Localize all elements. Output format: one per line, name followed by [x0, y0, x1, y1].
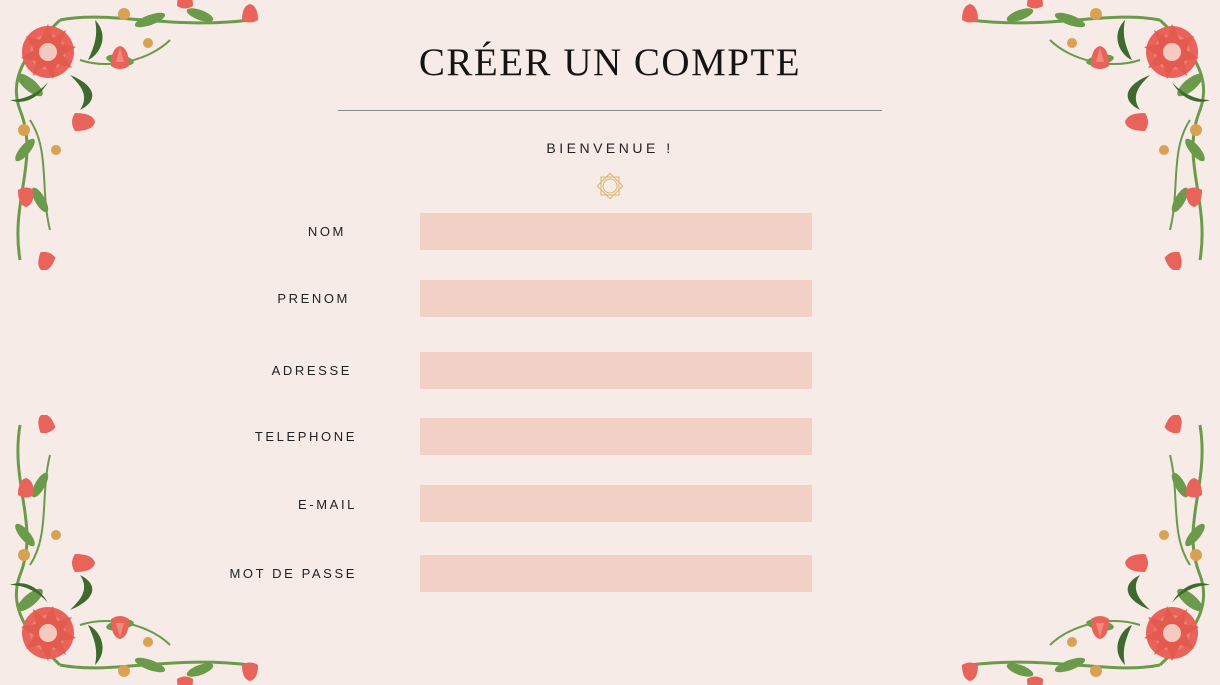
email-input[interactable] [420, 485, 812, 522]
label-adresse: ADRESSE [271, 363, 352, 378]
telephone-input[interactable] [420, 418, 812, 455]
floral-corner-bottom-right [950, 415, 1220, 685]
star-ornament-icon [596, 172, 624, 200]
label-telephone: TELEPHONE [254, 429, 357, 444]
label-nom: NOM [307, 224, 346, 239]
password-input[interactable] [420, 555, 812, 592]
page-title: CRÉER UN COMPTE [418, 41, 802, 84]
label-prenom: PRENOM [277, 291, 350, 306]
floral-corner-icon [8, 415, 260, 685]
nom-input[interactable] [420, 213, 812, 250]
floral-corner-bottom-left [0, 415, 270, 685]
title-divider [338, 110, 882, 111]
label-email: E-MAIL [298, 497, 357, 512]
prenom-input[interactable] [420, 280, 812, 317]
welcome-subtitle: BIENVENUE ! [546, 140, 674, 156]
adresse-input[interactable] [420, 352, 812, 389]
label-mot-de-passe: MOT DE PASSE [229, 566, 357, 581]
floral-corner-icon [960, 415, 1212, 685]
